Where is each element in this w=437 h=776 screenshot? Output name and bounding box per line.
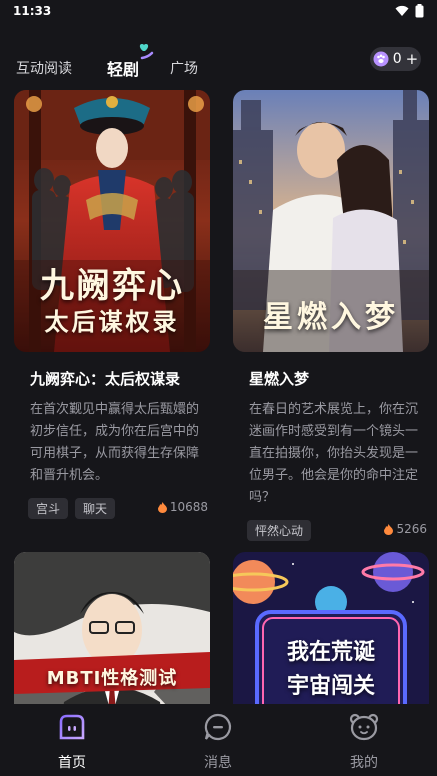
cover-title: 九阙弈心	[40, 266, 184, 306]
tab-square[interactable]: 广场	[170, 58, 198, 78]
tag-chip[interactable]: 怦然心动	[247, 519, 312, 541]
coin-balance-button[interactable]: 0 +	[370, 47, 421, 71]
card-footer: 怦然心动 5266	[233, 519, 429, 541]
top-tab-bar: 互动阅读 轻剧 广场 0 +	[0, 38, 437, 88]
heat-count: 5266	[384, 522, 427, 536]
cover-subtitle: 宇宙闯关	[286, 674, 375, 699]
nav-home-label: 首页	[58, 755, 86, 771]
card-footer: 宫斗 聊天 10688	[14, 497, 210, 519]
paw-coin-icon	[373, 51, 389, 67]
flame-icon	[157, 501, 167, 513]
heat-value: 5266	[396, 522, 427, 536]
bear-face-icon	[349, 713, 379, 741]
heat-count: 10688	[157, 500, 208, 514]
card-description: 在春日的艺术展览上，你在沉迷画作时感受到有一个镜头一直在拍摄你，你抬头发现是一位…	[249, 402, 419, 505]
drama-card[interactable]: 星燃入梦 星燃入梦 在春日的艺术展览上，你在沉迷画作时感受到有一个镜头一直在拍摄…	[233, 90, 429, 541]
nav-home[interactable]: 首页	[42, 712, 102, 772]
tab-interactive-reading[interactable]: 互动阅读	[16, 58, 72, 78]
drama-card[interactable]: MBTI性格测试	[14, 552, 210, 704]
card-cover-image: MBTI性格测试	[14, 552, 210, 704]
home-icon	[59, 714, 85, 740]
tag-chip[interactable]: 聊天	[75, 497, 116, 519]
cover-title: MBTI性格测试	[46, 668, 178, 689]
bottom-navigation: 首页 消息 我的	[0, 704, 437, 776]
drama-card[interactable]: 九阙弈心 太后谋权录 九阙弈心：太后权谋录 在首次觐见中赢得太后甄嬛的初步信任，…	[14, 90, 210, 519]
message-bubble-icon	[204, 713, 232, 741]
nav-messages-label: 消息	[204, 755, 232, 771]
nav-messages[interactable]: 消息	[188, 712, 248, 772]
status-bar: 11:33	[0, 0, 437, 22]
coin-add-icon: +	[405, 50, 419, 68]
card-cover-image: 我在荒诞 宇宙闯关	[233, 552, 429, 704]
drama-card[interactable]: 我在荒诞 宇宙闯关	[233, 552, 429, 704]
heat-value: 10688	[169, 500, 208, 514]
heart-sparkle-icon	[139, 44, 154, 60]
wifi-icon	[395, 5, 409, 16]
drama-card-grid: 九阙弈心 太后谋权录 九阙弈心：太后权谋录 在首次觐见中赢得太后甄嬛的初步信任，…	[0, 88, 437, 704]
card-title: 星燃入梦	[249, 370, 310, 388]
card-cover-image: 星燃入梦	[233, 90, 429, 352]
nav-profile-label: 我的	[350, 755, 378, 771]
card-description: 在首次觐见中赢得太后甄嬛的初步信任，成为你在后宫中的可用棋子，从而获得生存保障和…	[30, 402, 200, 483]
cover-subtitle: 太后谋权录	[44, 307, 180, 336]
flame-icon	[384, 523, 394, 535]
card-cover-image: 九阙弈心 太后谋权录	[14, 90, 210, 352]
coin-count: 0	[392, 51, 402, 67]
cover-title: 星燃入梦	[263, 300, 399, 335]
status-time: 11:33	[13, 4, 52, 18]
cover-title: 我在荒诞	[286, 640, 375, 665]
status-icons	[395, 4, 424, 18]
nav-profile[interactable]: 我的	[334, 712, 394, 772]
battery-icon	[415, 4, 424, 18]
tab-light-drama[interactable]: 轻剧	[107, 56, 139, 80]
tag-chip[interactable]: 宫斗	[28, 497, 69, 519]
card-title: 九阙弈心：太后权谋录	[30, 370, 181, 388]
